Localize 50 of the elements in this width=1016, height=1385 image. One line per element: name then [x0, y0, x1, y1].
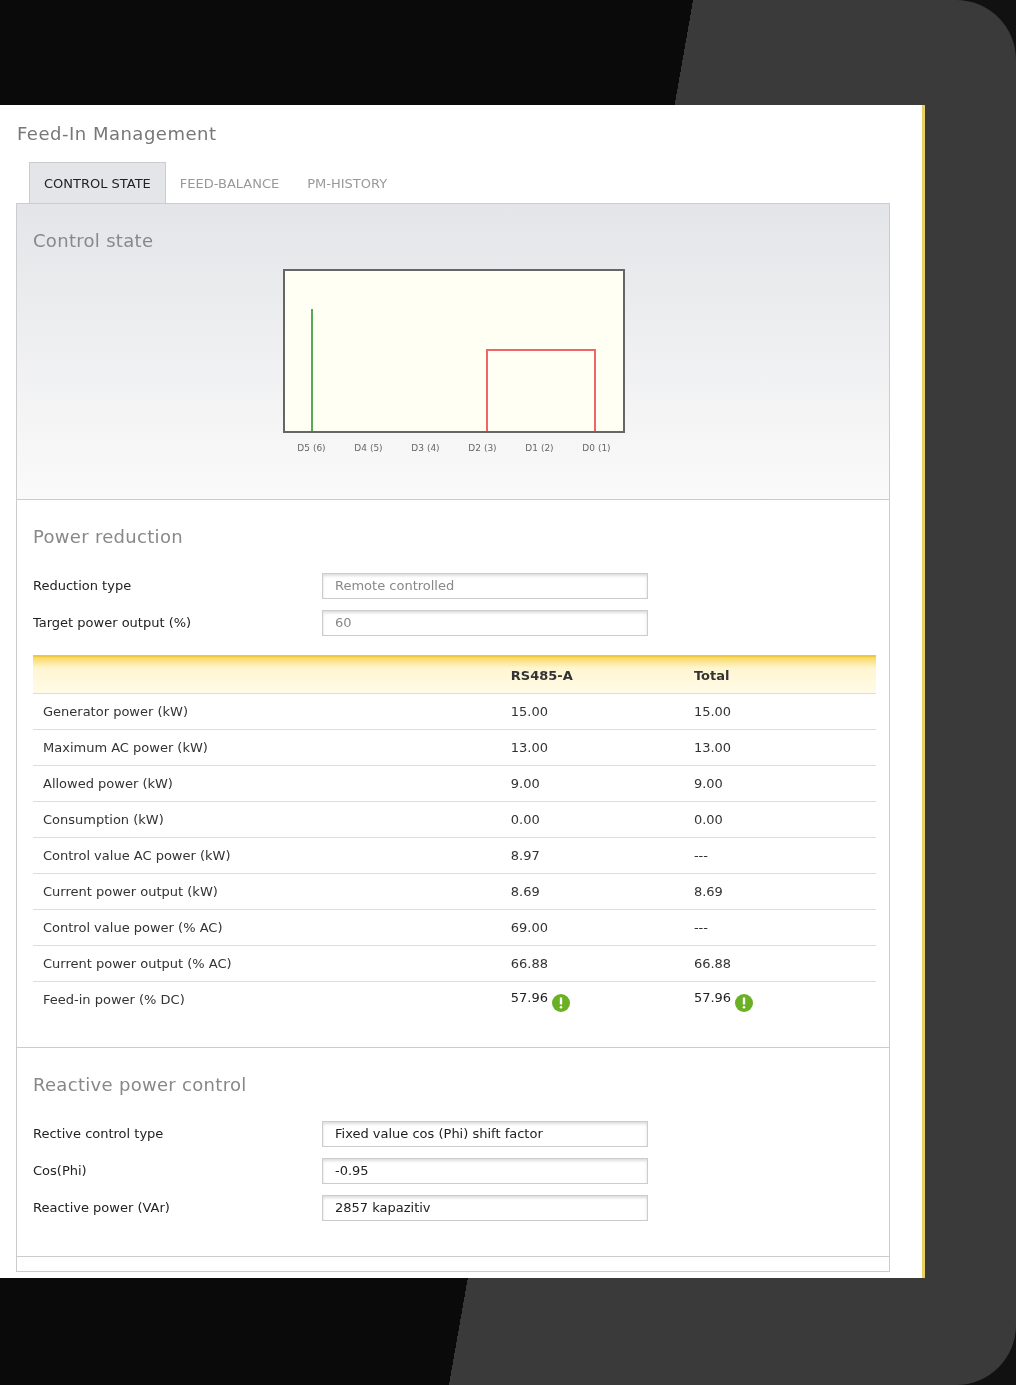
field-label: Target power output (%) — [33, 615, 193, 630]
section-heading: Reactive power control — [33, 1074, 248, 1095]
field-label: Cos(Phi) — [33, 1163, 88, 1178]
axis-label: D5 (6) — [296, 443, 327, 453]
table-cell: 69.00 — [510, 920, 549, 935]
table-cell: 13.00 — [510, 740, 549, 755]
table-cell: 66.88 — [510, 956, 549, 971]
axis-label: D2 (3) — [467, 443, 498, 453]
row-label: Current power output (% AC) — [33, 945, 510, 982]
row-label: Control value AC power (kW) — [33, 837, 510, 874]
table-cell: 15.00 — [693, 704, 732, 719]
row-label: Generator power (kW) — [33, 693, 510, 730]
row-label: Consumption (kW) — [33, 801, 510, 838]
axis-label: D3 (4) — [410, 443, 441, 453]
table-cell: 9.00 — [510, 776, 540, 791]
section-heading: Power reduction — [33, 526, 184, 547]
table-cell: 8.69 — [510, 884, 540, 899]
table-cell: 57.96 — [510, 990, 549, 1005]
input-field[interactable]: Fixed value cos (Phi) shift factor — [322, 1120, 648, 1147]
row-label: Allowed power (kW) — [33, 765, 510, 802]
table-cell: --- — [693, 848, 708, 863]
axis-label: D1 (2) — [524, 443, 555, 453]
input-field[interactable]: 2857 kapazitiv — [322, 1194, 648, 1221]
tab[interactable]: CONTROL STATE — [29, 162, 166, 203]
row-label: Maximum AC power (kW) — [33, 729, 510, 766]
table-cell: 57.96 — [693, 990, 732, 1005]
axis-label: D4 (5) — [353, 443, 384, 453]
column-header: Total — [692, 656, 876, 694]
row-label: Current power output (kW) — [33, 873, 510, 910]
input-field[interactable]: -0.95 — [322, 1157, 648, 1184]
row-label: Feed-in power (% DC) — [33, 981, 510, 1017]
table-cell: 0.00 — [510, 812, 540, 827]
table-cell: --- — [693, 920, 708, 935]
table-cell: 13.00 — [693, 740, 732, 755]
section-heading: Control state — [33, 230, 155, 251]
column-header: RS485-A — [509, 656, 693, 694]
table-cell: 9.00 — [693, 776, 723, 791]
table-cell: 8.69 — [693, 884, 723, 899]
table-cell: 8.97 — [510, 848, 540, 863]
field-label: Reactive power (VAr) — [33, 1200, 171, 1215]
axis-label: D0 (1) — [581, 443, 612, 453]
field-label: Reduction type — [33, 578, 133, 593]
alert-icon — [552, 993, 571, 1012]
row-label: Control value power (% AC) — [33, 909, 510, 946]
table-cell: 15.00 — [510, 704, 549, 719]
table-cell: 66.88 — [693, 956, 732, 971]
alert-icon — [735, 993, 754, 1012]
table-cell: 0.00 — [693, 812, 723, 827]
page-title: Feed-In Management — [17, 123, 218, 144]
field-label: Rective control type — [33, 1126, 165, 1141]
